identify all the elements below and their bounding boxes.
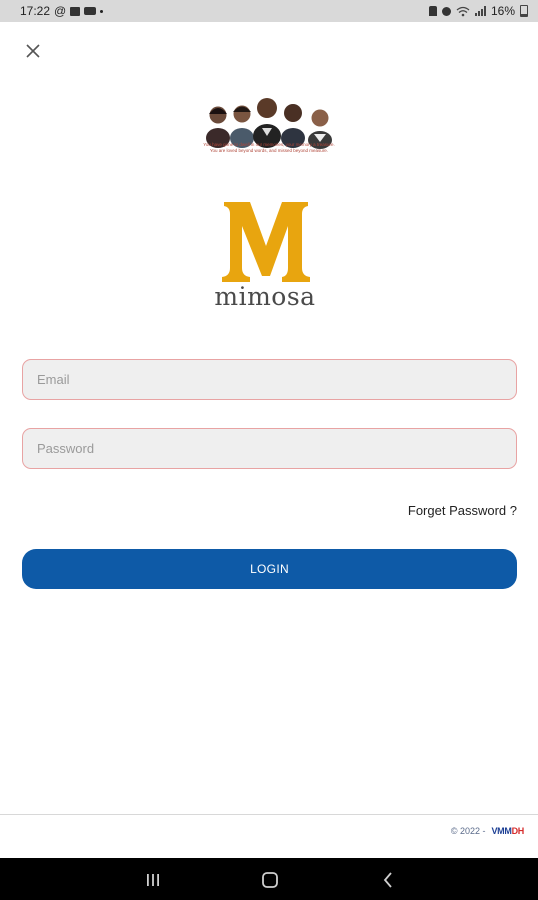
notification-icon [70, 6, 81, 16]
login-button[interactable]: LOGIN [22, 549, 517, 589]
battery-percent: 16% [490, 4, 515, 18]
copyright-text: © 2022 - [450, 826, 486, 836]
at-icon: @ [54, 4, 67, 18]
developer-logo-part1: VMM [491, 826, 512, 836]
recent-apps-icon [147, 874, 159, 886]
wifi-icon [456, 6, 470, 16]
email-field-container [22, 359, 517, 400]
email-input[interactable] [23, 360, 516, 399]
system-navigation-bar [0, 858, 538, 900]
footer: © 2022 - VMMDH [451, 826, 524, 836]
alarm-icon [428, 6, 437, 16]
mimosa-wordmark: mimosa [214, 282, 316, 311]
close-icon [26, 44, 40, 58]
home-button[interactable] [260, 870, 280, 890]
more-notifications-dot [100, 9, 104, 13]
back-button[interactable] [378, 870, 398, 890]
youtube-icon [84, 7, 97, 15]
banner-caption: You have gone to dwell in our memories, … [168, 142, 370, 154]
mimosa-logo-m: M [222, 202, 310, 282]
status-bar: 17:22 @ 16% [0, 0, 538, 22]
password-input[interactable] [23, 429, 516, 468]
clock-icon [441, 6, 451, 16]
footer-divider [0, 814, 538, 815]
battery-icon [520, 5, 528, 17]
password-field-container [22, 428, 517, 469]
back-icon [383, 872, 392, 888]
developer-logo-part2: DH [511, 826, 525, 836]
recent-apps-button[interactable] [143, 870, 163, 890]
signal-icon [474, 6, 486, 16]
developer-logo[interactable]: VMMDH [491, 826, 524, 836]
forget-password-link[interactable]: Forget Password ? [408, 503, 517, 518]
banner-caption-line2: You are loved beyond words, and missed b… [209, 148, 329, 153]
status-time: 17:22 [20, 4, 51, 18]
close-button[interactable] [22, 40, 44, 62]
home-icon [262, 872, 278, 888]
